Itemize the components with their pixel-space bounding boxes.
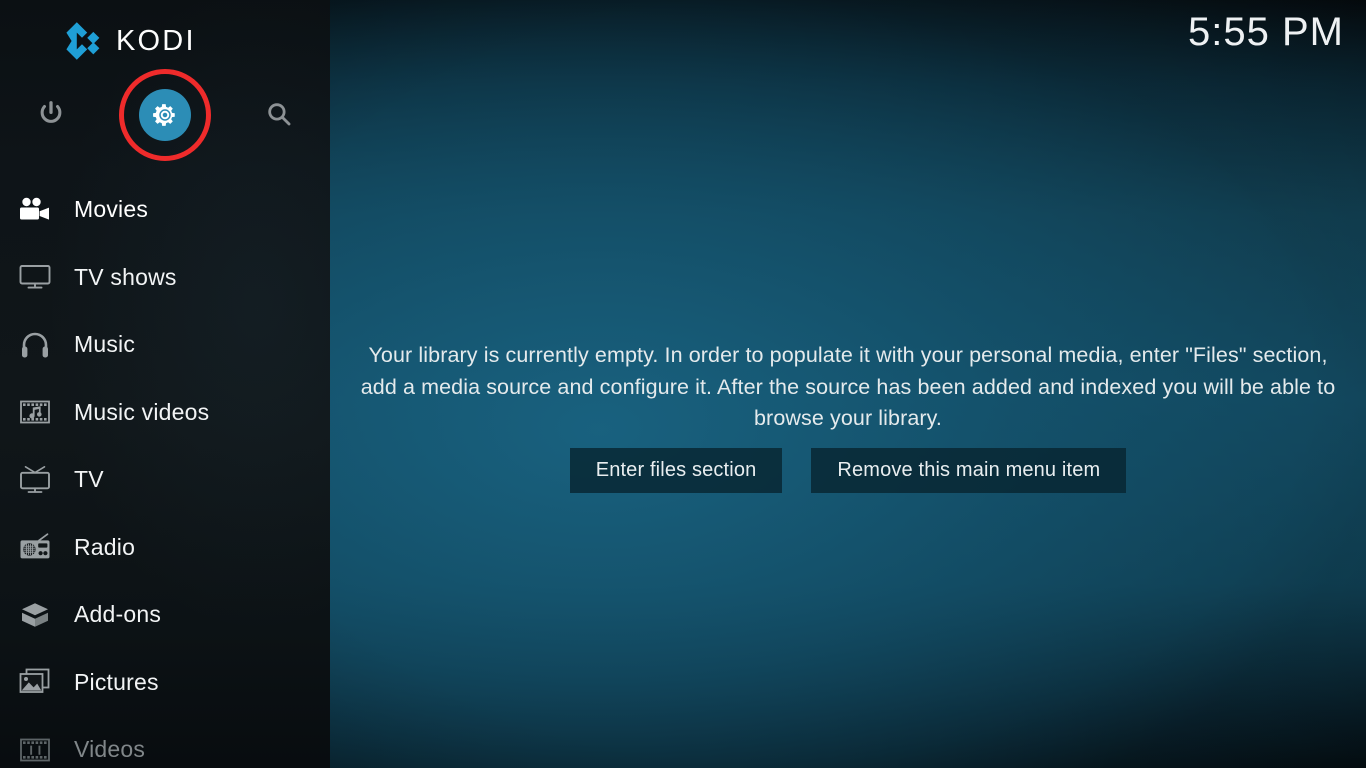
remove-main-menu-item-button[interactable]: Remove this main menu item xyxy=(811,448,1126,493)
sidebar-item-pictures[interactable]: Pictures xyxy=(0,649,330,717)
movie-camera-icon xyxy=(14,193,56,227)
sidebar-item-label: Add-ons xyxy=(74,603,161,626)
television-icon xyxy=(14,260,56,294)
headphones-icon xyxy=(14,328,56,362)
sidebar-item-movies[interactable]: Movies xyxy=(0,176,330,244)
kodi-logo-text: KODI xyxy=(116,27,196,56)
main-menu: Movies TV shows xyxy=(0,176,330,768)
power-icon xyxy=(37,100,65,128)
sidebar: KODI xyxy=(0,0,330,768)
sidebar-item-label: Radio xyxy=(74,536,135,559)
empty-library-message: Your library is currently empty. In orde… xyxy=(360,340,1336,435)
clock: 5:55 PM xyxy=(1188,10,1344,54)
sidebar-item-tv-shows[interactable]: TV shows xyxy=(0,244,330,312)
sidebar-item-label: Music xyxy=(74,333,135,356)
sidebar-item-videos[interactable]: Videos xyxy=(0,716,330,768)
sidebar-item-add-ons[interactable]: Add-ons xyxy=(0,581,330,649)
action-buttons: Enter files section Remove this main men… xyxy=(330,448,1366,493)
enter-files-section-button[interactable]: Enter files section xyxy=(570,448,783,493)
sidebar-item-label: TV xyxy=(74,468,104,491)
sidebar-item-label: Videos xyxy=(74,738,145,761)
power-button[interactable] xyxy=(26,89,76,139)
film-music-icon xyxy=(14,395,56,429)
open-box-icon xyxy=(14,598,56,632)
settings-button[interactable] xyxy=(139,89,191,141)
sidebar-item-label: Pictures xyxy=(74,671,159,694)
retro-tv-icon xyxy=(14,463,56,497)
film-strip-icon xyxy=(14,733,56,767)
radio-icon xyxy=(14,530,56,564)
sidebar-item-label: TV shows xyxy=(74,266,177,289)
kodi-home-screen: KODI xyxy=(0,0,1366,768)
search-icon xyxy=(265,100,293,128)
search-button[interactable] xyxy=(254,89,304,139)
sidebar-item-radio[interactable]: Radio xyxy=(0,514,330,582)
kodi-logo: KODI xyxy=(62,18,196,64)
sidebar-item-label: Music videos xyxy=(74,401,209,424)
gear-icon xyxy=(152,102,178,128)
main-panel: 5:55 PM Your library is currently empty.… xyxy=(330,0,1366,768)
sidebar-item-tv[interactable]: TV xyxy=(0,446,330,514)
kodi-logo-mark xyxy=(62,21,102,61)
sidebar-item-music[interactable]: Music xyxy=(0,311,330,379)
sidebar-item-music-videos[interactable]: Music videos xyxy=(0,379,330,447)
sidebar-item-label: Movies xyxy=(74,198,148,221)
pictures-icon xyxy=(14,665,56,699)
